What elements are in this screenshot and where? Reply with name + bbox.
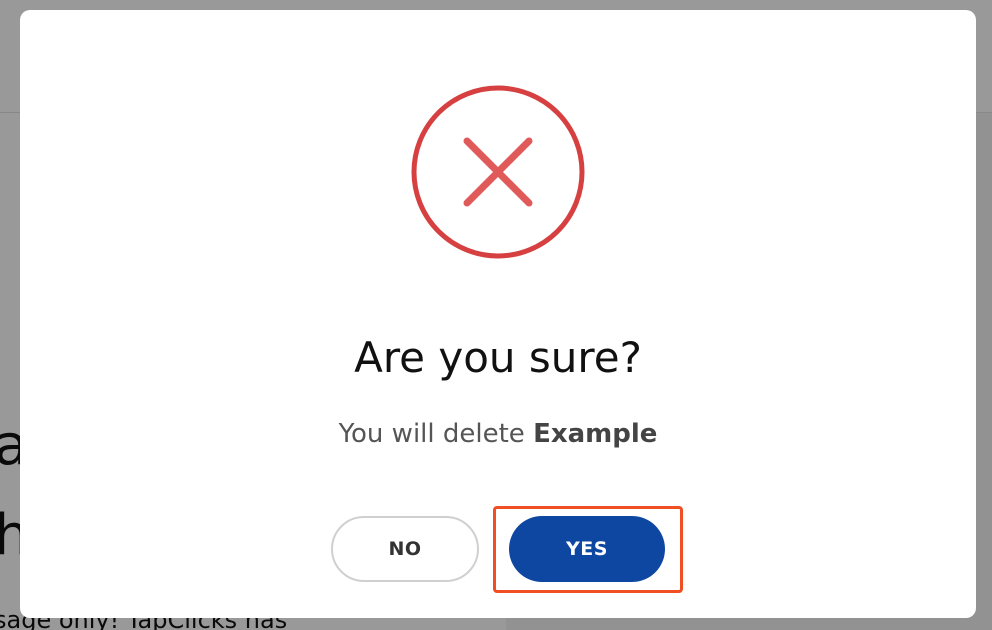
page: ap h sage only! TapClicks has Are you su… [0, 0, 992, 630]
dialog-message: You will delete Example [20, 414, 976, 454]
dialog-message-prefix: You will delete [338, 419, 534, 449]
dialog-title: Are you sure? [354, 333, 642, 382]
dialog-message-target: Example [533, 419, 658, 449]
yes-button[interactable]: YES [509, 516, 665, 582]
no-button[interactable]: NO [331, 516, 479, 582]
close-icon [409, 83, 587, 261]
close-icon-graphic [411, 85, 585, 259]
confirm-delete-dialog: Are you sure? You will delete Example NO… [20, 10, 976, 618]
